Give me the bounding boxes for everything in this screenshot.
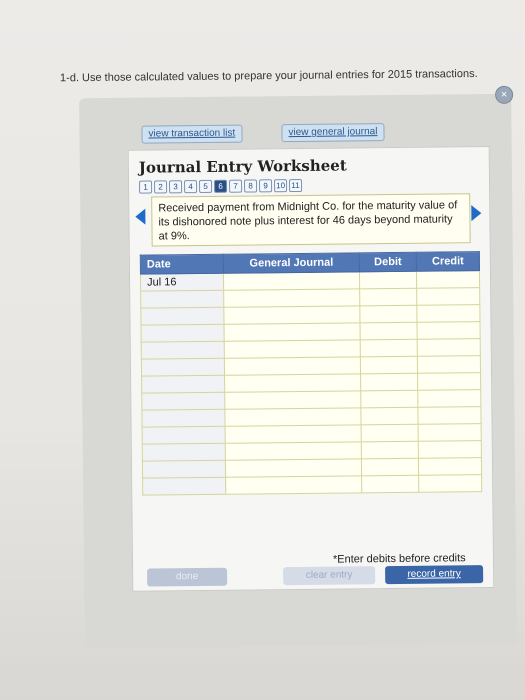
- account-cell[interactable]: [223, 305, 361, 325]
- step-button[interactable]: 9: [258, 179, 273, 193]
- next-arrow-icon[interactable]: [471, 205, 482, 222]
- column-header-credit: Credit: [416, 251, 480, 272]
- journal-entry-worksheet: Journal Entry Worksheet 1 2 3 4 5 6 7 8 …: [127, 145, 495, 592]
- account-cell[interactable]: [225, 424, 362, 444]
- previous-arrow-icon[interactable]: [135, 208, 146, 225]
- account-cell[interactable]: [223, 288, 360, 308]
- credit-cell[interactable]: [416, 270, 480, 289]
- done-button[interactable]: done: [147, 567, 228, 587]
- debit-cell[interactable]: [360, 356, 418, 374]
- step-button-current[interactable]: 6: [213, 179, 228, 193]
- date-cell: Jul 16: [140, 273, 224, 292]
- journal-table: Date General Journal Debit Credit Jul 16: [140, 251, 483, 496]
- account-cell[interactable]: [224, 407, 362, 427]
- credit-cell[interactable]: [416, 321, 481, 340]
- date-cell: [140, 307, 225, 326]
- account-cell[interactable]: [224, 339, 361, 359]
- step-button[interactable]: 8: [243, 179, 258, 193]
- record-entry-button[interactable]: record entry: [385, 565, 484, 585]
- column-header-debit: Debit: [359, 252, 417, 272]
- date-cell: [142, 460, 226, 479]
- account-cell[interactable]: [225, 458, 362, 478]
- debit-cell[interactable]: [360, 373, 418, 391]
- column-header-date: Date: [140, 254, 224, 275]
- account-cell[interactable]: [225, 441, 362, 461]
- debit-cell[interactable]: [361, 475, 419, 493]
- step-button[interactable]: 7: [228, 179, 243, 193]
- step-button[interactable]: 5: [198, 179, 213, 194]
- date-cell: [141, 358, 225, 377]
- step-button[interactable]: 2: [153, 180, 168, 194]
- credit-cell[interactable]: [417, 372, 481, 391]
- credit-cell[interactable]: [418, 440, 482, 459]
- journal-panel: × view transaction list view general jou…: [79, 85, 517, 649]
- worksheet-title: Journal Entry Worksheet: [138, 156, 347, 177]
- debit-cell[interactable]: [360, 339, 418, 357]
- transaction-description: Received payment from Midnight Co. for t…: [151, 193, 471, 247]
- credit-cell[interactable]: [417, 406, 482, 425]
- account-cell[interactable]: [223, 271, 360, 291]
- account-cell[interactable]: [225, 475, 362, 495]
- step-navigator: 1 2 3 4 5 6 7 8 9 10 11: [138, 178, 303, 194]
- close-icon[interactable]: ×: [495, 85, 514, 104]
- step-button[interactable]: 4: [183, 180, 198, 194]
- date-cell: [141, 375, 225, 394]
- view-general-journal-button[interactable]: view general journal: [281, 123, 385, 143]
- credit-cell[interactable]: [416, 304, 480, 323]
- step-button[interactable]: 10: [273, 179, 288, 193]
- account-cell[interactable]: [224, 373, 361, 393]
- page-background: 1-d. Use those calculated values to prep…: [0, 0, 525, 700]
- account-cell[interactable]: [224, 356, 361, 376]
- clear-entry-button[interactable]: clear entry: [283, 566, 376, 586]
- debit-cell[interactable]: [360, 390, 418, 408]
- date-cell: [141, 392, 225, 411]
- credit-cell[interactable]: [418, 457, 482, 476]
- debit-cell[interactable]: [359, 305, 417, 323]
- credit-cell[interactable]: [417, 355, 481, 374]
- debit-cell[interactable]: [361, 424, 419, 442]
- credit-cell[interactable]: [416, 287, 480, 306]
- view-transaction-list-button[interactable]: view transaction list: [141, 124, 243, 144]
- debit-cell[interactable]: [359, 271, 417, 289]
- date-cell: [141, 341, 225, 360]
- date-cell: [142, 443, 226, 462]
- debit-cell[interactable]: [361, 441, 419, 459]
- credit-cell[interactable]: [418, 423, 482, 442]
- date-cell: [140, 290, 224, 309]
- date-cell: [141, 409, 226, 428]
- date-cell: [142, 426, 226, 445]
- step-button[interactable]: 3: [168, 180, 183, 194]
- instruction-text: 1-d. Use those calculated values to prep…: [59, 67, 478, 85]
- date-cell: [141, 324, 225, 343]
- debits-note: *Enter debits before credits: [332, 552, 466, 566]
- table-row: [142, 474, 482, 496]
- debit-cell[interactable]: [360, 322, 418, 340]
- account-cell[interactable]: [224, 390, 361, 410]
- credit-cell[interactable]: [418, 474, 482, 493]
- credit-cell[interactable]: [417, 389, 481, 408]
- step-button[interactable]: 11: [288, 178, 303, 193]
- debit-cell[interactable]: [361, 458, 419, 476]
- account-cell[interactable]: [224, 322, 361, 342]
- column-header-general-journal: General Journal: [223, 252, 360, 274]
- date-cell: [142, 477, 226, 496]
- debit-cell[interactable]: [360, 407, 419, 425]
- step-button[interactable]: 1: [138, 180, 153, 194]
- debit-cell[interactable]: [359, 288, 417, 306]
- credit-cell[interactable]: [417, 338, 481, 357]
